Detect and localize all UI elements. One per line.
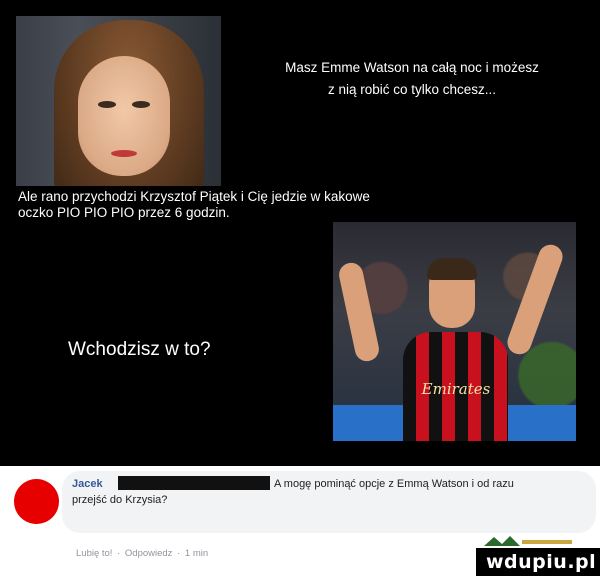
piatek-photo: Emirates [333,222,576,441]
like-link[interactable]: Lubię to! [76,548,112,559]
comment-text-line2: przejść do Krzysia? [72,494,168,506]
comment-time[interactable]: 1 min [185,548,208,559]
question-text: Wchodzisz w to? [68,339,211,360]
reply-link[interactable]: Odpowiedz [125,548,173,559]
caption-top-line1: Masz Emme Watson na całą noc i możesz [285,60,539,75]
separator: · [117,548,121,559]
caption-mid-line1: Ale rano przychodzi Krzysztof Piątek i C… [18,189,370,204]
avatar[interactable] [14,479,59,524]
separator: · [177,548,181,559]
face [78,56,170,176]
watermark-text: wdupiu.pl [486,551,597,573]
right-eye [132,101,150,108]
watermark-logo [484,536,572,546]
comment-author[interactable]: Jacek [72,478,103,490]
jersey-sponsor: Emirates [421,380,491,398]
watermark: wdupiu.pl [476,548,600,576]
caption-middle: Ale rano przychodzi Krzysztof Piątek i C… [18,189,498,221]
redacted-surname [118,476,270,490]
lips [111,150,137,157]
comment-text-line1: A mogę pominąć opcje z Emmą Watson i od … [274,478,514,490]
player-head [427,258,477,328]
meme-image: Masz Emme Watson na całą noc i możesz z … [0,0,600,466]
caption-top-line2: z nią robić co tylko chcesz... [327,82,497,97]
caption-mid-line2: oczko PIO PIO PIO przez 6 godzin. [18,205,230,220]
left-eye [98,101,116,108]
caption-top: Masz Emme Watson na całą noc i możesz z … [232,57,592,101]
comment-bubble: Jacek A mogę pominąć opcje z Emmą Watson… [62,471,596,533]
emma-watson-photo [16,16,221,186]
comment-actions: Lubię to! · Odpowiedz · 1 min [76,548,210,559]
